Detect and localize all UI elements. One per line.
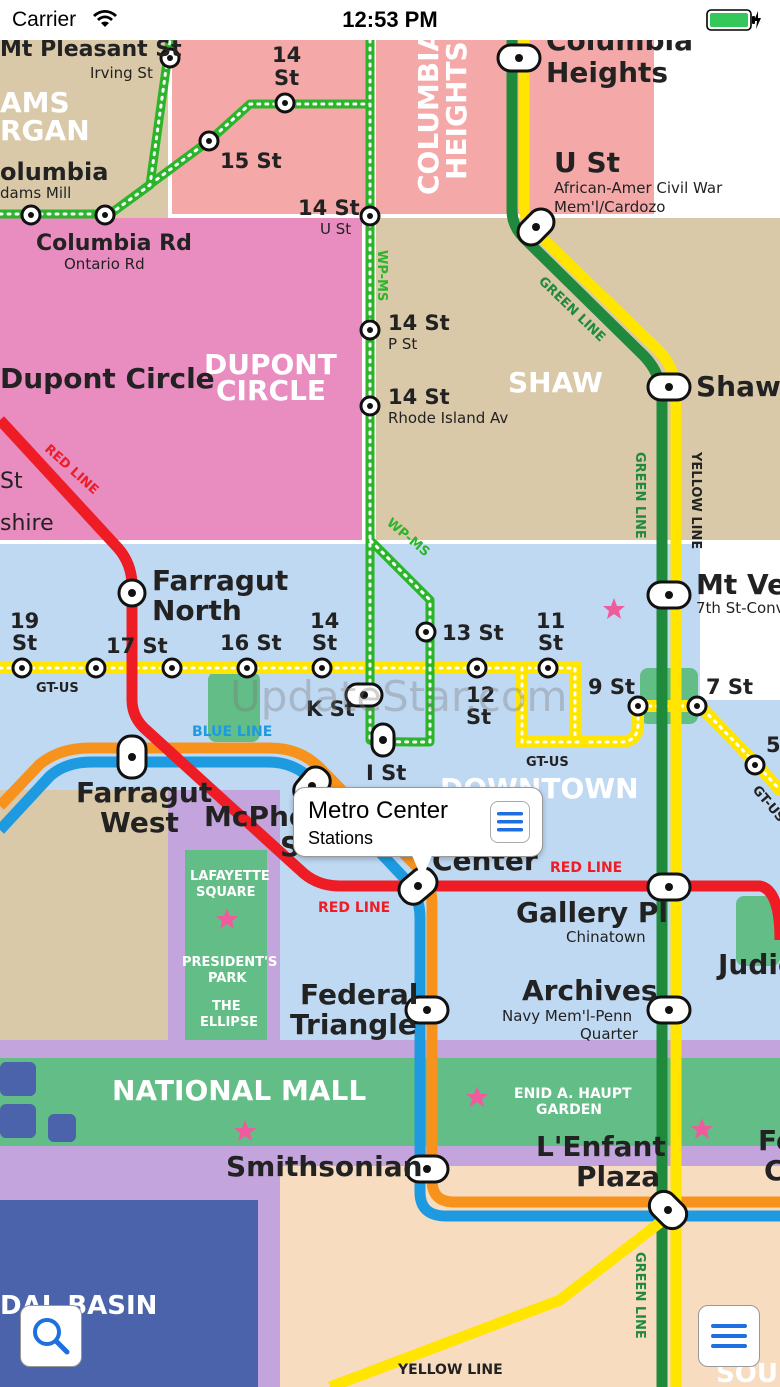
station-label: 14 St [298, 196, 360, 220]
station-label: North [152, 594, 242, 627]
station-label: Mt Pleasant St [0, 40, 182, 62]
status-bar: Carrier 12:53 PM [0, 0, 780, 40]
station-label: Triangle [290, 1008, 417, 1041]
station-label: Archives [522, 974, 658, 1007]
line-label: RED LINE [318, 900, 390, 916]
district-label: LAFAYETTE [190, 869, 270, 884]
station-label: Shaw [696, 370, 780, 403]
station-label: Quarter [580, 1025, 639, 1043]
callout-list-button[interactable] [490, 801, 530, 843]
station-label: shire [0, 511, 54, 536]
station-label: 14 [310, 609, 339, 633]
station-label: Fe [758, 1124, 780, 1157]
watermark: UpdateStar.com [230, 672, 568, 721]
station-label: 7 St [706, 675, 753, 699]
station-label: 14 St [388, 385, 450, 409]
callout-subtitle: Stations [308, 828, 374, 848]
station-label: St [12, 631, 37, 655]
station-label: St [274, 66, 299, 90]
station-label: olumbia [0, 158, 108, 186]
station-label: 17 St [106, 634, 168, 658]
station-label: Dupont Circle [0, 362, 215, 395]
station-callout[interactable]: Metro Center Stations [293, 787, 543, 857]
station-label: L'Enfant [536, 1130, 666, 1163]
line-label: YELLOW LINE [397, 1362, 503, 1378]
callout-pointer [411, 853, 433, 879]
station-label: Judic [716, 948, 780, 981]
search-button[interactable] [20, 1305, 82, 1367]
station-label: P St [388, 335, 417, 353]
station-label: 7th St-Conv [696, 599, 780, 617]
line-label: GREEN LINE [632, 452, 647, 539]
search-icon [33, 1318, 70, 1355]
station-label: 13 St [442, 621, 504, 645]
station-label: Navy Mem'l-Penn [502, 1007, 632, 1025]
station-label: 11 [536, 609, 565, 633]
station-label: 14 St [388, 311, 450, 335]
battery-icon [706, 9, 761, 31]
station-label: Columbia Rd [36, 231, 192, 256]
line-label: GT-US [526, 755, 569, 770]
clock: 12:53 PM [342, 7, 438, 32]
station-label: Farragut [76, 776, 212, 809]
station-label: St [538, 631, 563, 655]
station-label: Plaza [576, 1160, 660, 1193]
station-label: 15 St [220, 149, 282, 173]
station-label: Rhode Island Av [388, 409, 508, 427]
district-label: CIRCLE [216, 374, 326, 407]
station-label: 16 St [220, 631, 282, 655]
line-label: YELLOW LINE [688, 451, 703, 549]
station-label: Columbia [546, 40, 693, 57]
district-label: HEIGHTS [440, 41, 473, 180]
district-label: GARDEN [536, 1102, 602, 1118]
station-label: West [100, 806, 179, 839]
station-label: I St [366, 761, 406, 785]
station-label: 9 St [588, 675, 635, 699]
station-label: St [0, 469, 23, 494]
district-label: RGAN [0, 114, 90, 147]
district-label: SQUARE [196, 885, 256, 900]
station-label: U St [320, 220, 351, 238]
station-label: St [312, 631, 337, 655]
callout-title: Metro Center [308, 797, 449, 824]
menu-button[interactable] [698, 1305, 760, 1367]
station-label: Gallery Pl [516, 896, 668, 929]
station-label: Irving St [90, 64, 153, 82]
district-label: NATIONAL MALL [112, 1074, 366, 1107]
station-label: Mt Ve [696, 568, 780, 601]
line-label: GREEN LINE [632, 1252, 647, 1339]
district-label: ELLIPSE [200, 1015, 258, 1030]
district-label: PRESIDENT'S [182, 955, 277, 970]
line-label: BLUE LINE [192, 724, 272, 740]
list-icon [711, 1324, 747, 1348]
station-label: African-Amer Civil War [554, 179, 723, 197]
station-label: Chinatown [566, 928, 646, 946]
station-label: Heights [546, 56, 668, 89]
line-label: RED LINE [550, 860, 622, 876]
station-label: 19 [10, 609, 39, 633]
line-label: WP-MS [374, 250, 389, 301]
station-label: 14 [272, 43, 301, 67]
district-label: ENID A. HAUPT [514, 1086, 632, 1102]
district-label: THE [212, 999, 241, 1014]
station-label: 5 [766, 733, 780, 757]
list-icon [497, 812, 523, 832]
district-label: SHAW [508, 366, 603, 399]
station-label: Mem'l/Cardozo [554, 198, 665, 216]
station-label: C [764, 1154, 780, 1187]
station-label: Farragut [152, 564, 288, 597]
station-label: dams Mill [0, 184, 71, 202]
district-label: PARK [208, 971, 247, 986]
station-label: Smithsonian [226, 1150, 423, 1183]
line-label: GT-US [36, 681, 79, 696]
station-label: U St [554, 146, 620, 179]
station-label: Ontario Rd [64, 255, 145, 273]
station-label: Federal [300, 978, 418, 1011]
